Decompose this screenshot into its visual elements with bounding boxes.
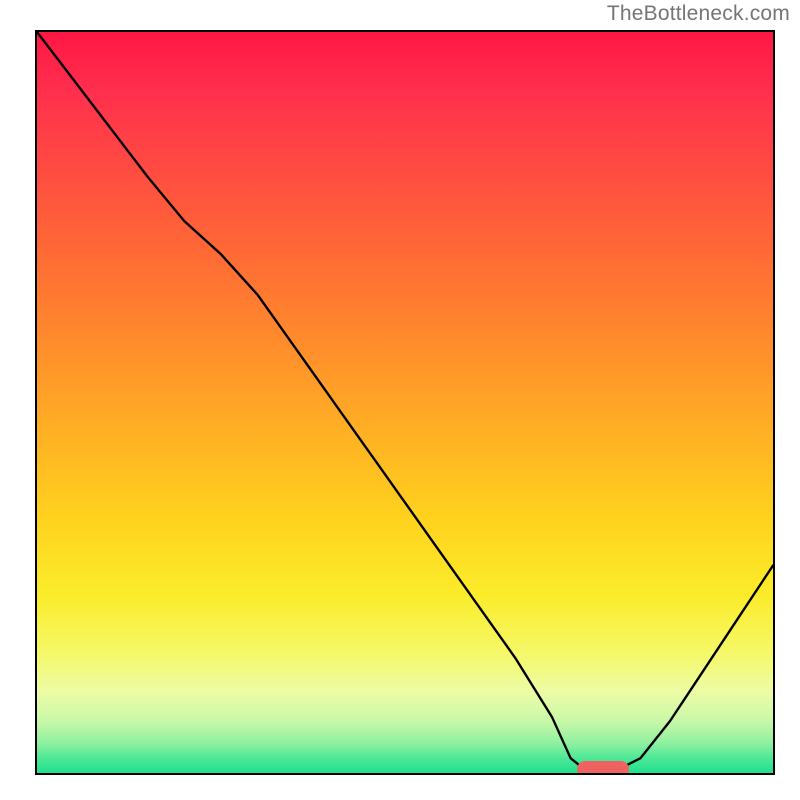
plot-area — [35, 30, 775, 775]
bottleneck-curve — [37, 32, 773, 773]
chart-container: TheBottleneck.com — [0, 0, 800, 800]
optimal-range-marker — [577, 761, 629, 775]
watermark-text: TheBottleneck.com — [607, 2, 790, 26]
